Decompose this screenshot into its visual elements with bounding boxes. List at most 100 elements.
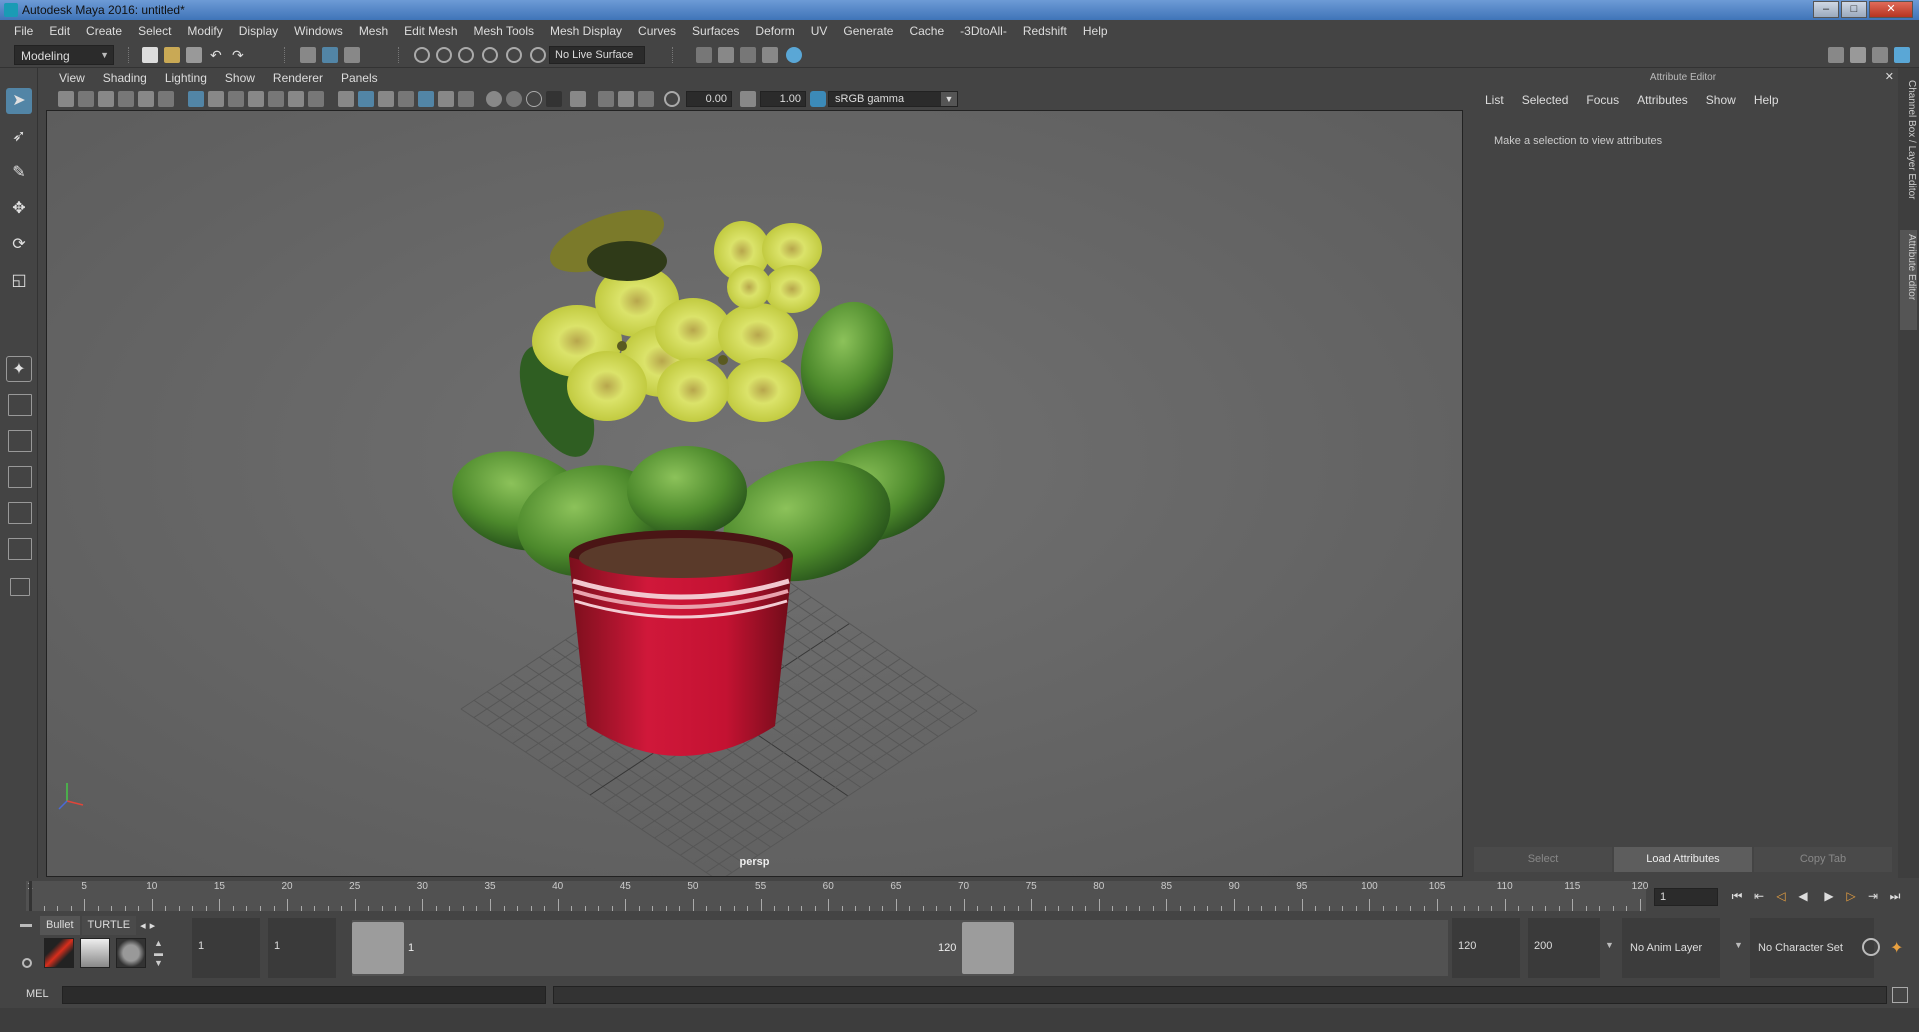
command-input[interactable] [62, 986, 546, 1004]
snap-grid-icon[interactable] [414, 47, 430, 63]
panel-menu-shading[interactable]: Shading [94, 71, 156, 85]
shelf-tab-turtle[interactable]: TURTLE [81, 916, 137, 935]
perspective-viewport[interactable]: persp [46, 110, 1463, 877]
menu-deform[interactable]: Deform [747, 24, 802, 38]
xray-components-icon[interactable] [638, 91, 654, 107]
minimize-button[interactable]: – [1813, 1, 1839, 18]
gate-mask-icon[interactable] [248, 91, 264, 107]
panel-menu-renderer[interactable]: Renderer [264, 71, 332, 85]
character-set-field[interactable]: No Character Set [1750, 918, 1874, 978]
go-to-start-icon[interactable]: ⏮ [1728, 887, 1746, 905]
gamma-icon[interactable] [740, 91, 756, 107]
save-scene-icon[interactable] [186, 47, 202, 63]
range-end-handle[interactable] [962, 922, 1014, 974]
turtle-sphere-icon[interactable] [116, 938, 146, 968]
select-tool-button[interactable]: ➤ [6, 88, 32, 114]
menu-curves[interactable]: Curves [630, 24, 684, 38]
field-chart-icon[interactable] [268, 91, 284, 107]
film-gate-icon[interactable] [208, 91, 224, 107]
snap-curve-icon[interactable] [436, 47, 452, 63]
camera-select-icon[interactable] [58, 91, 74, 107]
tab-channel-box[interactable]: Channel Box / Layer Editor [1900, 76, 1917, 226]
snap-live-icon[interactable] [506, 47, 522, 63]
xray-joints-icon[interactable] [618, 91, 634, 107]
safe-action-icon[interactable] [288, 91, 304, 107]
2d-pan-zoom-icon[interactable] [138, 91, 154, 107]
exposure-icon[interactable] [664, 91, 680, 107]
image-plane-icon[interactable] [118, 91, 134, 107]
textured-icon[interactable] [418, 91, 434, 107]
default-material-icon[interactable] [378, 91, 394, 107]
persp-outliner-layout-button[interactable] [8, 430, 32, 452]
menu-help[interactable]: Help [1075, 24, 1116, 38]
menu-surfaces[interactable]: Surfaces [684, 24, 747, 38]
playback-end-field[interactable]: 120 [1452, 918, 1520, 978]
motion-blur-icon[interactable] [506, 91, 522, 107]
menu-3dtoall[interactable]: -3DtoAll- [952, 24, 1015, 38]
live-surface-field[interactable]: No Live Surface [549, 46, 645, 64]
shadows-icon[interactable] [458, 91, 474, 107]
four-view-layout-button[interactable] [8, 394, 32, 416]
use-all-lights-icon[interactable] [438, 91, 454, 107]
snap-point-icon[interactable] [458, 47, 474, 63]
menu-select[interactable]: Select [130, 24, 179, 38]
turtle-render-icon[interactable] [44, 938, 74, 968]
menu-mesh-display[interactable]: Mesh Display [542, 24, 630, 38]
exposure-field[interactable]: 0.00 [686, 91, 732, 107]
view-transform-dropdown[interactable]: sRGB gamma ▼ [828, 91, 958, 107]
menu-display[interactable]: Display [231, 24, 286, 38]
shelf-tabs-scroll-right-icon[interactable]: ▸ [148, 916, 158, 935]
menu-set-dropdown[interactable]: Modeling ▼ [14, 45, 114, 65]
undo-icon[interactable]: ↶ [210, 47, 226, 63]
smooth-shade-icon[interactable] [358, 91, 374, 107]
channel-box-toggle-icon[interactable] [1894, 47, 1910, 63]
snap-surface-icon[interactable] [530, 47, 546, 63]
animation-end-field[interactable]: 200 [1528, 918, 1600, 978]
current-frame-field[interactable]: 1 [1654, 888, 1718, 906]
modeling-toolkit-icon[interactable] [1828, 47, 1844, 63]
chevron-down-icon[interactable]: ▼ [1605, 940, 1614, 950]
wireframe-icon[interactable] [338, 91, 354, 107]
select-by-object-icon[interactable] [322, 47, 338, 63]
range-slider-track[interactable] [352, 920, 1448, 976]
isolate-select-icon[interactable] [570, 91, 586, 107]
snap-view-plane-icon[interactable] [482, 47, 498, 63]
menu-uv[interactable]: UV [803, 24, 836, 38]
menu-cache[interactable]: Cache [901, 24, 952, 38]
range-start-handle[interactable] [352, 922, 404, 974]
step-forward-key-icon[interactable]: ⇥ [1864, 887, 1882, 905]
safe-title-icon[interactable] [308, 91, 324, 107]
rotate-tool-button[interactable]: ⟳ [6, 232, 32, 258]
tab-attribute-editor[interactable]: Attribute Editor [1900, 230, 1917, 330]
panel-menu-view[interactable]: View [50, 71, 94, 85]
redo-icon[interactable]: ↷ [232, 47, 248, 63]
attribute-editor-toggle-icon[interactable] [1850, 47, 1866, 63]
open-scene-icon[interactable] [164, 47, 180, 63]
lasso-tool-button[interactable]: ➶ [6, 124, 32, 150]
render-settings-icon[interactable] [696, 47, 712, 63]
turtle-bake-icon[interactable] [80, 938, 110, 968]
panel-menu-show[interactable]: Show [216, 71, 264, 85]
color-management-icon[interactable] [810, 91, 826, 107]
shelf-tabs-scroll-left-icon[interactable]: ◂ [138, 916, 148, 935]
menu-file[interactable]: File [6, 24, 41, 38]
screen-space-ao-icon[interactable] [486, 91, 502, 107]
menu-redshift[interactable]: Redshift [1015, 24, 1075, 38]
ae-menu-help[interactable]: Help [1745, 93, 1788, 107]
chevron-down-icon[interactable]: ▼ [1734, 940, 1743, 950]
go-to-end-icon[interactable]: ⏭ [1886, 887, 1904, 905]
select-by-hierarchy-icon[interactable] [300, 47, 316, 63]
camera-attributes-icon[interactable] [78, 91, 94, 107]
step-back-key-icon[interactable]: ⇤ [1750, 887, 1768, 905]
select-by-component-icon[interactable] [344, 47, 360, 63]
menu-edit[interactable]: Edit [41, 24, 78, 38]
scale-tool-button[interactable]: ◱ [6, 268, 32, 294]
playback-start-field[interactable]: 1 [268, 918, 336, 978]
script-editor-icon[interactable] [1892, 987, 1908, 1003]
anti-aliasing-icon[interactable] [526, 91, 542, 107]
copy-tab-button[interactable]: Copy Tab [1754, 847, 1892, 872]
gamma-field[interactable]: 1.00 [760, 91, 806, 107]
menu-mesh-tools[interactable]: Mesh Tools [466, 24, 542, 38]
step-back-frame-icon[interactable]: ◁ [1772, 887, 1790, 905]
grease-pencil-icon[interactable] [158, 91, 174, 107]
